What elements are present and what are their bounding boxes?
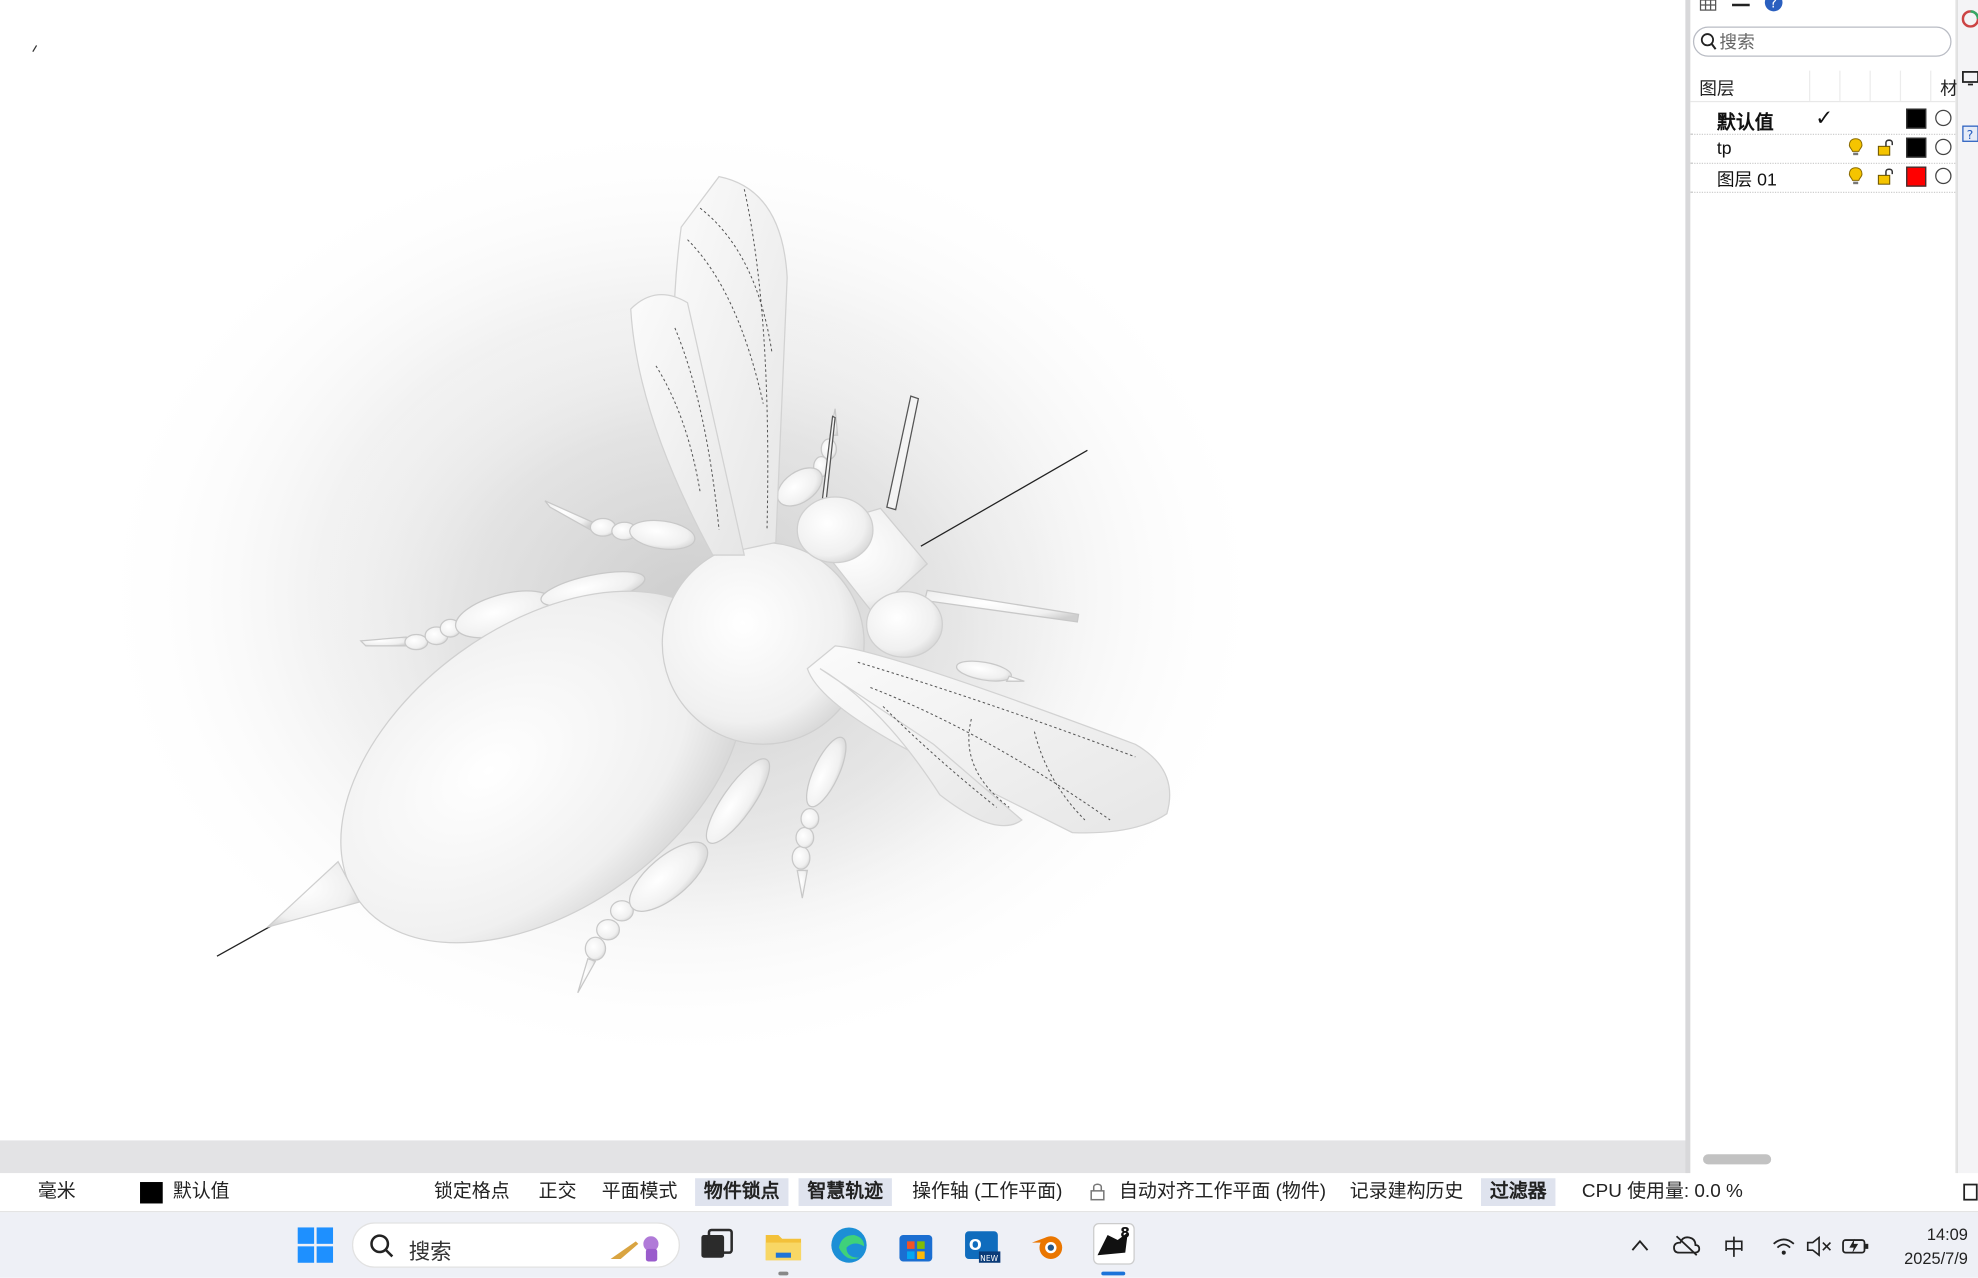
units-label[interactable]: 毫米 (34, 1178, 79, 1206)
layer-material-icon[interactable] (1935, 138, 1952, 156)
layer-name[interactable]: 图层 01 (1717, 167, 1777, 192)
layer-name[interactable]: tp (1717, 138, 1732, 158)
lightbulb-icon[interactable] (1848, 167, 1863, 187)
planar-toggle[interactable]: 平面模式 (598, 1178, 681, 1206)
color-wheel-icon[interactable] (1961, 10, 1978, 28)
help-icon[interactable]: ? (1764, 0, 1784, 13)
panel-tab-strip: ? (1698, 0, 1784, 13)
search-highlight-icon (610, 1236, 659, 1262)
battery-charging-icon[interactable] (1842, 1235, 1870, 1255)
rhino-active-indicator (1101, 1271, 1126, 1276)
taskbar-clock[interactable]: 14:09 2025/7/9 (1890, 1222, 1968, 1270)
ime-indicator[interactable]: 中 (1723, 1230, 1744, 1262)
ortho-toggle[interactable]: 正交 (535, 1178, 580, 1206)
clock-time: 14:09 (1926, 1224, 1968, 1244)
filter-toggle[interactable]: 过滤器 (1481, 1178, 1556, 1206)
clock-date: 2025/7/9 (1904, 1248, 1968, 1268)
edge-browser-icon[interactable] (829, 1225, 869, 1265)
blender-icon[interactable] (1028, 1225, 1068, 1265)
grid-icon[interactable] (1698, 0, 1718, 13)
windows-start-icon[interactable] (296, 1226, 334, 1264)
taskbar-search-label: 搜索 (408, 1240, 452, 1265)
layer-color-swatch[interactable] (1906, 137, 1927, 158)
current-layer-check-icon: ✓ (1815, 105, 1834, 130)
osnap-toggle[interactable]: 物件锁点 (695, 1178, 789, 1206)
panel-side-strip: ? (1956, 0, 1978, 1174)
gumball-toggle[interactable]: 操作轴 (工作平面) (908, 1178, 1066, 1206)
layer-name[interactable]: 默认值 (1717, 108, 1774, 134)
onedrive-cloud-icon[interactable] (1673, 1234, 1701, 1257)
file-explorer-icon[interactable] (763, 1225, 803, 1265)
current-layer-swatch[interactable] (140, 1182, 163, 1204)
unlock-icon[interactable] (1877, 138, 1895, 157)
layer-material-icon[interactable] (1935, 167, 1952, 185)
unlock-icon[interactable] (1877, 167, 1895, 186)
outlook-new-icon[interactable]: O NEW (961, 1225, 1001, 1265)
svg-text:?: ? (1967, 127, 1974, 142)
viewport-perspective[interactable] (0, 0, 1686, 1141)
wifi-icon[interactable] (1772, 1236, 1795, 1256)
svg-text:8: 8 (1120, 1226, 1130, 1242)
cpu-usage: CPU 使用量: 0.0 % (1581, 1180, 1743, 1203)
column-material[interactable]: 材 (1940, 76, 1958, 101)
layer-search-input[interactable] (1719, 30, 1944, 53)
help-panel-icon[interactable]: ? (1962, 125, 1978, 143)
layer-material-icon[interactable] (1935, 109, 1952, 127)
rhino-8-icon[interactable]: 8 (1092, 1222, 1135, 1265)
autocplane-toggle[interactable]: 自动对齐工作平面 (物件) (1115, 1178, 1330, 1206)
svg-text:NEW: NEW (980, 1254, 998, 1263)
task-view-icon[interactable] (696, 1225, 736, 1265)
column-layer[interactable]: 图层 (1699, 76, 1734, 101)
layer-color-swatch[interactable] (1906, 166, 1927, 187)
layers-panel: ? 图层 材 默认值 ✓ tp (1690, 0, 1958, 1174)
microsoft-store-icon[interactable] (896, 1225, 936, 1265)
lightbulb-icon[interactable] (1848, 138, 1863, 158)
bee-model-render (32, 45, 1275, 1073)
layer-row[interactable]: 默认值 ✓ (1690, 105, 1956, 135)
smarttrack-toggle[interactable]: 智慧轨迹 (798, 1178, 892, 1206)
status-bar: 毫米 默认值 锁定格点 正交 平面模式 物件锁点 智慧轨迹 操作轴 (工作平面)… (0, 1173, 1978, 1213)
display-icon[interactable] (1962, 69, 1978, 87)
panel-toggle-icon[interactable] (1963, 1183, 1978, 1201)
layer-row[interactable]: tp (1690, 134, 1956, 164)
list-icon[interactable] (1731, 0, 1751, 13)
speaker-muted-icon[interactable] (1806, 1236, 1832, 1257)
chevron-up-icon[interactable] (1631, 1239, 1649, 1252)
windows-taskbar: 搜索 O NEW 8 中 14:09 2025/7/9 (0, 1212, 1978, 1278)
viewport-tab-strip (0, 1140, 1688, 1174)
svg-text:?: ? (1770, 0, 1777, 12)
lock-icon[interactable] (1090, 1182, 1105, 1201)
current-layer-label[interactable]: 默认值 (169, 1178, 233, 1206)
layer-search[interactable] (1692, 26, 1952, 57)
layer-color-swatch[interactable] (1906, 108, 1927, 129)
explorer-running-indicator (778, 1271, 789, 1276)
layer-table-header: 图层 材 (1690, 70, 1958, 103)
record-history-toggle[interactable]: 记录建构历史 (1346, 1178, 1467, 1206)
search-icon (1700, 33, 1717, 50)
layer-row[interactable]: 图层 01 (1690, 163, 1956, 194)
grid-snap-toggle[interactable]: 锁定格点 (430, 1178, 513, 1206)
horizontal-scrollbar-thumb[interactable] (1703, 1154, 1772, 1165)
search-icon (370, 1234, 394, 1258)
taskbar-search[interactable]: 搜索 (351, 1222, 680, 1268)
